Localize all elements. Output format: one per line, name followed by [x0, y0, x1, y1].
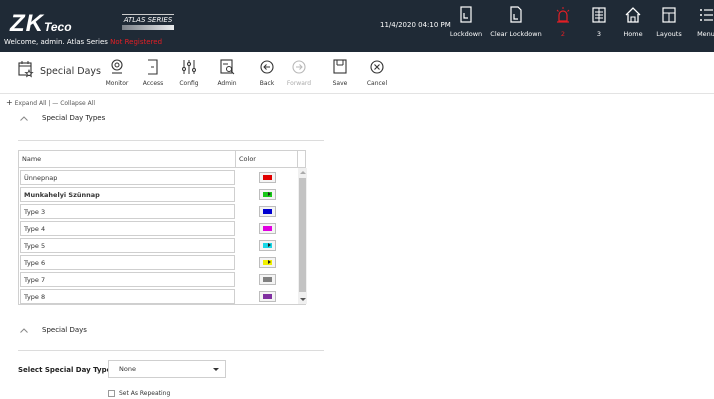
grid-row[interactable]: Type 3	[19, 203, 299, 220]
alarm-icon	[555, 6, 571, 24]
menu-icon	[698, 6, 714, 24]
chevron-up-icon	[20, 327, 28, 333]
section-special-day-types-header[interactable]: Special Day Types	[20, 114, 105, 122]
dropdown-arrow-icon	[268, 243, 271, 247]
checkbox-box[interactable]	[108, 390, 115, 397]
not-registered-label: Not Registered	[110, 38, 163, 46]
events-button[interactable]: 3	[588, 6, 610, 50]
events-icon	[591, 6, 607, 24]
layouts-icon	[661, 6, 677, 24]
admin-icon	[219, 58, 235, 76]
color-swatch	[263, 226, 272, 231]
config-button[interactable]: Config	[176, 58, 202, 87]
lockdown-icon	[458, 6, 474, 24]
page-title: Special Days	[18, 60, 101, 82]
section-divider	[18, 140, 324, 141]
home-button[interactable]: Home	[620, 6, 646, 50]
section-divider	[18, 350, 324, 351]
color-picker[interactable]	[259, 291, 276, 302]
layouts-button[interactable]: Layouts	[654, 6, 684, 50]
plus-icon: +	[6, 98, 13, 107]
back-button[interactable]: Back	[254, 58, 280, 87]
home-icon	[625, 6, 641, 24]
grid-row[interactable]: Type 6	[19, 254, 299, 271]
clear-lockdown-button[interactable]: Clear Lockdown	[488, 6, 544, 50]
color-picker[interactable]	[259, 274, 276, 285]
grid-row[interactable]: Type 7	[19, 271, 299, 288]
select-special-day-type-label: Select Special Day Type	[18, 366, 112, 374]
alarm-button[interactable]: 2	[552, 6, 574, 50]
type-name-input[interactable]: Type 5	[20, 238, 235, 253]
set-as-repeating-checkbox[interactable]: Set As Repeating	[108, 390, 170, 397]
chevron-down-icon	[213, 368, 219, 371]
back-arrow-icon	[259, 58, 275, 76]
welcome-text: Welcome, admin. Atlas Series Not Registe…	[4, 38, 163, 46]
special-day-type-select[interactable]: None	[108, 360, 226, 378]
collapse-all-link[interactable]: Collapse All	[60, 100, 95, 107]
grid-row[interactable]: Type 5	[19, 237, 299, 254]
type-name-input[interactable]: Munkahelyi Szünnap	[20, 187, 235, 202]
special-day-types-grid: Name Color Ünnepnap Munkahelyi Szünnap T…	[18, 150, 307, 305]
type-name-input[interactable]: Type 3	[20, 204, 235, 219]
color-picker[interactable]	[259, 206, 276, 217]
top-header: ZKTeco ATLAS SERIES Welcome, admin. Atla…	[0, 0, 714, 52]
dropdown-arrow-icon	[268, 192, 271, 196]
sliders-icon	[181, 58, 197, 76]
grid-scrollbar[interactable]	[298, 168, 307, 304]
color-swatch	[263, 209, 272, 214]
scrollbar-thumb[interactable]	[299, 178, 306, 292]
access-door-icon	[145, 58, 161, 76]
datetime-label: 11/4/2020 04:10 PM	[380, 21, 451, 29]
scroll-down-arrow-icon[interactable]	[300, 298, 306, 301]
monitor-icon	[109, 58, 125, 76]
color-picker[interactable]	[259, 223, 276, 234]
color-swatch	[263, 294, 272, 299]
scroll-up-arrow-icon[interactable]	[300, 171, 306, 174]
chevron-up-icon	[20, 115, 28, 121]
page-toolbar: Special Days Monitor Access Config Admin…	[0, 52, 714, 94]
color-picker[interactable]	[259, 257, 276, 268]
cancel-icon	[369, 58, 385, 76]
menu-button[interactable]: Menu	[694, 6, 714, 50]
access-button[interactable]: Access	[140, 58, 166, 87]
type-name-input[interactable]: Type 4	[20, 221, 235, 236]
color-picker[interactable]	[259, 172, 276, 183]
save-icon	[332, 58, 348, 76]
grid-row[interactable]: Type 4	[19, 220, 299, 237]
dropdown-arrow-icon	[268, 260, 271, 264]
color-swatch	[263, 277, 272, 282]
clear-lockdown-icon	[508, 6, 524, 24]
column-header-spacer	[297, 151, 307, 168]
grid-row[interactable]: Ünnepnap	[19, 169, 299, 186]
minus-icon: —	[52, 100, 59, 107]
monitor-button[interactable]: Monitor	[102, 58, 132, 87]
cancel-button[interactable]: Cancel	[364, 58, 390, 87]
grid-row[interactable]: Type 8	[19, 288, 299, 305]
grid-row[interactable]: Munkahelyi Szünnap	[19, 186, 299, 203]
column-header-color[interactable]: Color	[235, 151, 297, 168]
column-header-name[interactable]: Name	[22, 155, 41, 163]
expand-all-link[interactable]: Expand All	[15, 100, 47, 107]
type-name-input[interactable]: Ünnepnap	[20, 170, 235, 185]
grid-header: Name Color	[19, 151, 305, 168]
color-picker[interactable]	[259, 240, 276, 251]
forward-arrow-icon	[291, 58, 307, 76]
type-name-input[interactable]: Type 6	[20, 255, 235, 270]
forward-button[interactable]: Forward	[284, 58, 314, 87]
save-button[interactable]: Save	[328, 58, 352, 87]
color-swatch	[263, 175, 272, 180]
expand-collapse-links: + Expand All | — Collapse All	[6, 98, 96, 107]
type-name-input[interactable]: Type 7	[20, 272, 235, 287]
section-special-days-header[interactable]: Special Days	[20, 326, 87, 334]
zkteco-logo: ZKTeco	[10, 10, 72, 37]
lockdown-button[interactable]: Lockdown	[448, 6, 484, 50]
atlas-series-badge: ATLAS SERIES	[122, 14, 174, 32]
special-days-icon	[18, 60, 34, 82]
type-name-input[interactable]: Type 8	[20, 289, 235, 304]
admin-button[interactable]: Admin	[214, 58, 240, 87]
color-picker[interactable]	[259, 189, 276, 200]
